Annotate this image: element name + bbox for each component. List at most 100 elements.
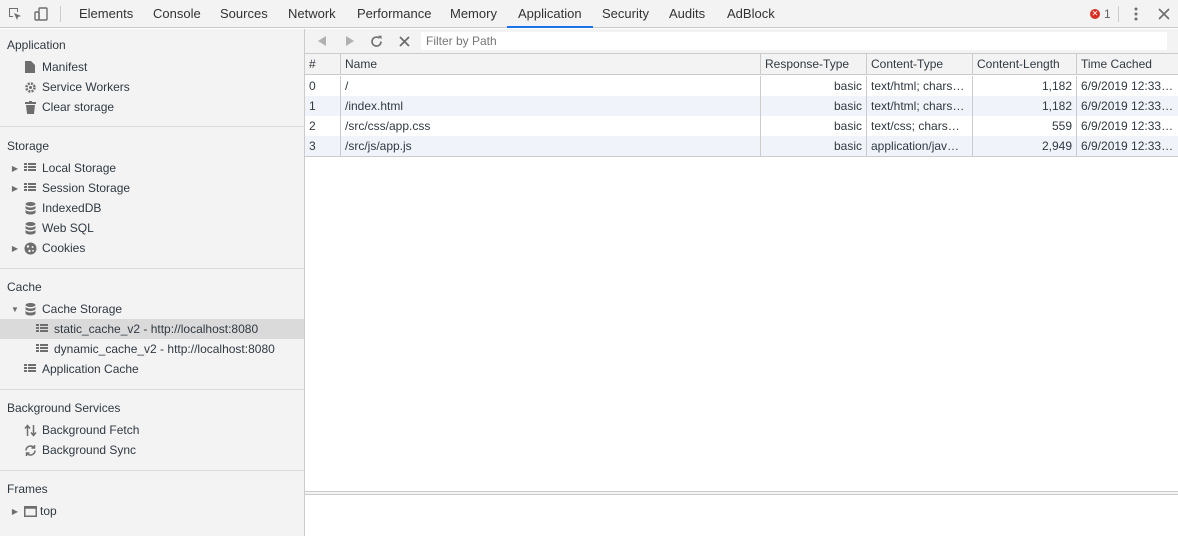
- tab-elements[interactable]: Elements: [68, 0, 144, 28]
- table-row[interactable]: 3 /src/js/app.js basic application/jav… …: [305, 136, 1178, 156]
- cell-index: 2: [309, 119, 316, 133]
- table-row[interactable]: 0 / basic text/html; chars… 1,182 6/9/20…: [305, 76, 1178, 96]
- tab-audits[interactable]: Audits: [658, 0, 716, 28]
- cache-storage-view: # Name Response-Type Content-Type Conten…: [305, 29, 1178, 536]
- section-title-background-services: Background Services: [7, 401, 121, 415]
- cell-name: /: [340, 76, 760, 96]
- table-row[interactable]: 2 /src/css/app.css basic text/css; chars…: [305, 116, 1178, 136]
- collapse-arrow-icon[interactable]: ▼: [11, 305, 19, 314]
- preview-resizer[interactable]: [305, 491, 1178, 495]
- sidebar-item-background-sync[interactable]: Background Sync: [0, 440, 304, 460]
- cell-index: 1: [309, 99, 316, 113]
- cell-content-length: 2,949: [972, 136, 1076, 156]
- expand-arrow-icon[interactable]: ▶: [11, 507, 19, 516]
- grid-icon: [23, 161, 37, 175]
- cookie-icon: [23, 241, 37, 255]
- cell-response-type: basic: [760, 96, 866, 116]
- toolbar-divider: [60, 6, 61, 22]
- cell-index: 3: [309, 139, 316, 153]
- sidebar-item-indexeddb[interactable]: IndexedDB: [0, 198, 304, 218]
- expand-arrow-icon[interactable]: ▶: [11, 184, 19, 193]
- sidebar-item-cookies[interactable]: ▶ Cookies: [0, 238, 304, 258]
- sidebar-item-label: Web SQL: [42, 221, 94, 235]
- sidebar-item-web-sql[interactable]: Web SQL: [0, 218, 304, 238]
- device-toolbar-icon[interactable]: [32, 5, 50, 23]
- cell-time-cached: 6/9/2019 12:33…: [1076, 76, 1178, 96]
- sidebar-item-background-fetch[interactable]: Background Fetch: [0, 420, 304, 440]
- cell-content-length: 559: [972, 116, 1076, 136]
- sidebar-item-service-workers[interactable]: Service Workers: [0, 77, 304, 97]
- expand-arrow-icon[interactable]: ▶: [11, 164, 19, 173]
- database-icon: [23, 201, 37, 215]
- error-counter[interactable]: ✕ 1: [1090, 7, 1111, 21]
- column-header-index[interactable]: #: [305, 54, 340, 75]
- devtools-toolbar: Elements Console Sources Network Perform…: [0, 0, 1178, 28]
- inspect-element-icon[interactable]: [6, 5, 24, 23]
- section-title-cache: Cache: [7, 280, 42, 294]
- gear-icon: [23, 80, 37, 94]
- sidebar-item-label: Application Cache: [42, 362, 139, 376]
- sidebar-item-label: Manifest: [42, 60, 88, 74]
- column-header-content-length[interactable]: Content-Length: [972, 54, 1076, 75]
- sidebar-item-cache-storage[interactable]: ▼ Cache Storage: [0, 299, 304, 319]
- tab-application[interactable]: Application: [507, 0, 593, 28]
- grid-icon: [23, 181, 37, 195]
- cell-response-type: basic: [760, 116, 866, 136]
- sidebar-item-label: Cookies: [42, 241, 86, 255]
- sidebar-item-local-storage[interactable]: ▶ Local Storage: [0, 158, 304, 178]
- sidebar-item-label: top: [40, 504, 57, 518]
- sidebar-item-label: Service Workers: [42, 80, 130, 94]
- more-options-icon[interactable]: [1127, 5, 1145, 23]
- sidebar-item-clear-storage[interactable]: Clear storage: [0, 97, 304, 117]
- tab-performance[interactable]: Performance: [346, 0, 442, 28]
- sidebar-item-session-storage[interactable]: ▶ Session Storage: [0, 178, 304, 198]
- grid-icon: [35, 322, 49, 336]
- cell-name: /index.html: [340, 96, 760, 116]
- error-icon: ✕: [1090, 9, 1100, 19]
- column-header-name[interactable]: Name: [340, 54, 760, 75]
- table-row[interactable]: 1 /index.html basic text/html; chars… 1,…: [305, 96, 1178, 116]
- forward-arrow-icon[interactable]: [341, 33, 357, 49]
- tab-network[interactable]: Network: [277, 0, 347, 28]
- sidebar-item-label: static_cache_v2 - http://localhost:8080: [54, 322, 259, 336]
- tab-security[interactable]: Security: [591, 0, 660, 28]
- refresh-icon[interactable]: [368, 33, 384, 49]
- sidebar-item-label: dynamic_cache_v2 - http://localhost:8080: [54, 342, 275, 356]
- section-title-application: Application: [7, 38, 66, 52]
- sidebar-item-dynamic-cache[interactable]: dynamic_cache_v2 - http://localhost:8080: [0, 339, 304, 359]
- section-title-storage: Storage: [7, 139, 50, 153]
- frame-icon: [23, 504, 37, 518]
- sidebar-item-static-cache[interactable]: static_cache_v2 - http://localhost:8080: [0, 319, 304, 339]
- tab-console[interactable]: Console: [142, 0, 212, 28]
- database-icon: [23, 221, 37, 235]
- cell-response-type: basic: [760, 136, 866, 156]
- document-icon: [23, 60, 37, 74]
- filter-by-path-input[interactable]: [421, 32, 1167, 50]
- cell-time-cached: 6/9/2019 12:33…: [1076, 96, 1178, 116]
- cache-toolbar: [305, 29, 1178, 54]
- tab-sources[interactable]: Sources: [209, 0, 279, 28]
- column-header-content-type[interactable]: Content-Type: [866, 54, 972, 75]
- section-divider: [0, 470, 304, 471]
- tab-adblock[interactable]: AdBlock: [716, 0, 786, 28]
- column-header-response-type[interactable]: Response-Type: [760, 54, 866, 75]
- cell-response-type: basic: [760, 76, 866, 96]
- back-arrow-icon[interactable]: [314, 33, 330, 49]
- expand-arrow-icon[interactable]: ▶: [11, 244, 19, 253]
- sidebar-item-manifest[interactable]: Manifest: [0, 57, 304, 77]
- sync-icon: [23, 443, 37, 457]
- fetch-arrows-icon: [23, 423, 37, 437]
- table-bottom-border: [305, 156, 1178, 157]
- cell-content-length: 1,182: [972, 76, 1076, 96]
- clear-icon[interactable]: [396, 33, 412, 49]
- cell-content-type: text/css; chars…: [866, 116, 972, 136]
- tab-memory[interactable]: Memory: [439, 0, 508, 28]
- error-count: 1: [1104, 7, 1111, 21]
- trash-icon: [23, 100, 37, 114]
- column-header-time-cached[interactable]: Time Cached: [1076, 54, 1178, 75]
- close-icon[interactable]: [1155, 5, 1173, 23]
- sidebar-item-application-cache[interactable]: Application Cache: [0, 359, 304, 379]
- cell-name: /src/css/app.css: [340, 116, 760, 136]
- sidebar-item-frame-top[interactable]: ▶ top: [0, 501, 304, 521]
- cell-index: 0: [309, 79, 316, 93]
